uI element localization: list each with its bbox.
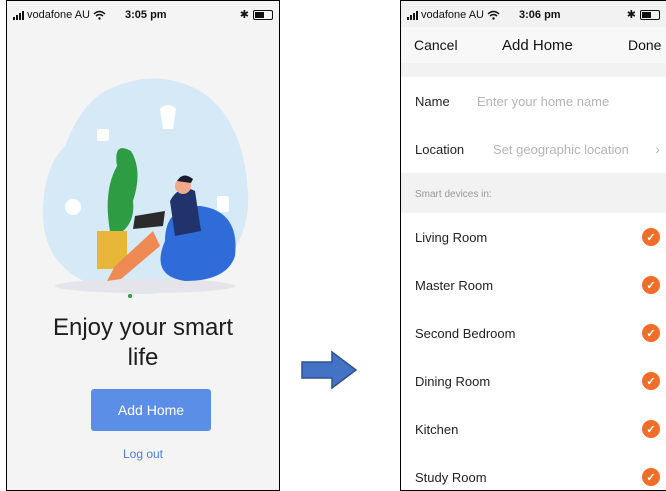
wifi-icon	[487, 10, 500, 20]
room-label: Study Room	[415, 469, 487, 485]
room-item[interactable]: Kitchen ✓	[401, 405, 666, 453]
signal-icon	[13, 10, 24, 20]
room-item[interactable]: Study Room ✓	[401, 453, 666, 490]
page-title: Add Home	[502, 37, 573, 54]
carrier: vodafone AU	[13, 9, 106, 21]
smart-life-illustration	[42, 78, 249, 298]
bluetooth-icon: ✱	[239, 9, 249, 21]
battery-icon	[640, 9, 660, 20]
room-item[interactable]: Second Bedroom ✓	[401, 309, 666, 357]
checkmark-icon[interactable]: ✓	[642, 420, 660, 438]
done-button[interactable]: Done	[628, 37, 661, 53]
status-bar: vodafone AU 3:05 pm ✱	[7, 1, 279, 27]
section-label: Smart devices in:	[415, 189, 492, 200]
name-row[interactable]: Name Enter your home name	[401, 77, 666, 125]
battery-icon	[253, 9, 273, 20]
wifi-icon	[93, 10, 106, 20]
room-label: Dining Room	[415, 373, 491, 389]
phone-screen-add-home: vodafone AU 3:06 pm ✱ Cancel Add Home Do…	[400, 0, 666, 491]
carrier-name: vodafone AU	[27, 9, 90, 21]
room-label: Living Room	[415, 229, 488, 245]
status-time: 3:06 pm	[519, 9, 561, 21]
checkmark-icon[interactable]: ✓	[642, 372, 660, 390]
room-label: Kitchen	[415, 421, 459, 437]
checkmark-icon[interactable]: ✓	[642, 468, 660, 486]
status-bar: vodafone AU 3:06 pm ✱	[401, 1, 666, 27]
room-item[interactable]: Dining Room ✓	[401, 357, 666, 405]
location-input[interactable]: Set geographic location	[493, 142, 629, 157]
log-out-link[interactable]: Log out	[7, 447, 279, 461]
name-label: Name	[415, 93, 450, 109]
signal-icon	[407, 10, 418, 20]
bluetooth-icon: ✱	[626, 9, 636, 21]
room-label: Master Room	[415, 277, 494, 293]
cancel-button[interactable]: Cancel	[414, 37, 458, 53]
checkmark-icon[interactable]: ✓	[642, 228, 660, 246]
carrier-name: vodafone AU	[421, 9, 484, 21]
welcome-headline: Enjoy your smart life	[52, 314, 234, 371]
carrier: vodafone AU	[407, 9, 500, 21]
room-label: Second Bedroom	[415, 325, 516, 341]
room-item[interactable]: Living Room ✓	[401, 213, 666, 261]
status-time: 3:05 pm	[125, 9, 167, 21]
location-label: Location	[415, 141, 465, 157]
checkmark-icon[interactable]: ✓	[642, 276, 660, 294]
home-name-input[interactable]: Enter your home name	[477, 94, 609, 109]
checkmark-icon[interactable]: ✓	[642, 324, 660, 342]
add-home-button[interactable]: Add Home	[91, 389, 211, 431]
arrow-right-icon	[301, 350, 358, 390]
nav-bar: Cancel Add Home Done	[401, 27, 666, 63]
location-row[interactable]: Location Set geographic location ›	[401, 125, 666, 173]
room-item[interactable]: Master Room ✓	[401, 261, 666, 309]
phone-screen-welcome: vodafone AU 3:05 pm ✱ Enjoy your smart l…	[6, 0, 280, 491]
chevron-right-icon: ›	[655, 141, 660, 157]
